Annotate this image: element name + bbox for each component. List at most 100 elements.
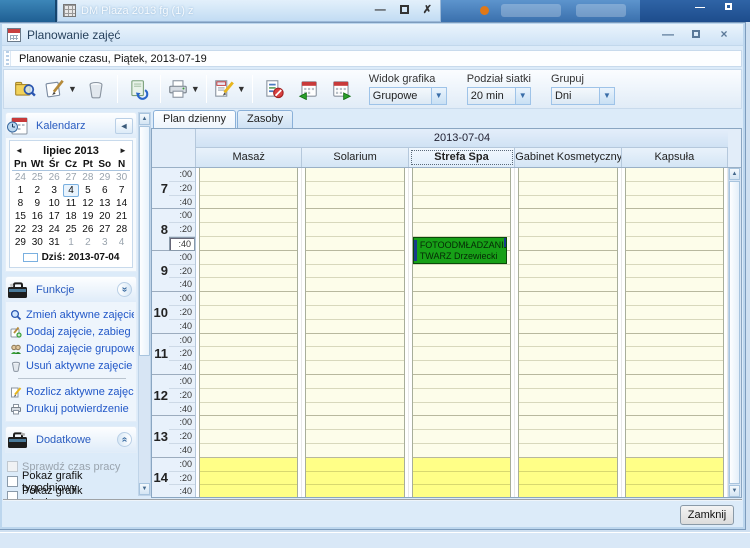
dropdown-arrow-icon[interactable]: ▼: [237, 84, 246, 94]
calendar-day[interactable]: 26: [46, 171, 63, 184]
schedule-cell[interactable]: [306, 223, 403, 237]
schedule-cell[interactable]: [413, 485, 510, 497]
function-link-2[interactable]: Dodaj zajęcie grupowe: [10, 340, 134, 357]
schedule-cell[interactable]: [306, 237, 403, 251]
schedule-cell[interactable]: [200, 196, 297, 210]
time-cell[interactable]: :20: [169, 306, 195, 320]
column-header-2[interactable]: Strefa Spa: [409, 148, 515, 167]
calendar-day[interactable]: 31: [46, 236, 63, 249]
schedule-cell[interactable]: [626, 278, 723, 292]
calendar-day[interactable]: 22: [12, 223, 29, 236]
schedule-cell[interactable]: [200, 265, 297, 279]
calendar-day[interactable]: 2: [79, 236, 96, 249]
schedule-cell[interactable]: [626, 182, 723, 196]
schedule-cell[interactable]: [519, 430, 616, 444]
delete-button[interactable]: [80, 73, 112, 105]
calendar-day[interactable]: 27: [63, 171, 80, 184]
schedule-cell[interactable]: [626, 168, 723, 182]
bg-minimize-button[interactable]: —: [375, 3, 386, 18]
schedule-cell[interactable]: [519, 416, 616, 430]
schedule-cell[interactable]: [626, 347, 723, 361]
calendar-day[interactable]: 18: [63, 210, 80, 223]
column-header-0[interactable]: Masaż: [196, 148, 302, 167]
dialog-close-button[interactable]: ×: [715, 28, 733, 42]
schedule-cell[interactable]: [200, 485, 297, 497]
schedule-cell[interactable]: [519, 182, 616, 196]
schedule-cell[interactable]: [200, 168, 297, 182]
schedule-cell[interactable]: [519, 278, 616, 292]
schedule-cell[interactable]: [413, 347, 510, 361]
calendar-day[interactable]: 29: [96, 171, 113, 184]
dialog-maximize-button[interactable]: [687, 28, 705, 42]
time-cell[interactable]: :20: [169, 430, 195, 444]
calendar-day[interactable]: 15: [12, 210, 29, 223]
schedule-cell[interactable]: [413, 278, 510, 292]
schedule-cell[interactable]: [519, 265, 616, 279]
schedule-cell[interactable]: [413, 444, 510, 458]
expand-chevron-icon[interactable]: «: [117, 432, 132, 447]
calendar-day[interactable]: 12: [79, 197, 96, 210]
schedule-cell[interactable]: [413, 389, 510, 403]
schedule-cell[interactable]: [306, 458, 403, 472]
calendar-day[interactable]: 21: [113, 210, 130, 223]
calendar-day[interactable]: 7: [113, 184, 130, 197]
schedule-cell[interactable]: [626, 444, 723, 458]
chevron-down-icon[interactable]: ▼: [515, 88, 530, 104]
calendar-day[interactable]: 17: [46, 210, 63, 223]
schedule-cell[interactable]: [306, 168, 403, 182]
time-cell[interactable]: :00: [169, 416, 195, 430]
chevron-down-icon[interactable]: ▼: [431, 88, 446, 104]
sidebar-scrollbar[interactable]: ▲ ▼: [138, 112, 151, 496]
combo-select-2[interactable]: Dni▼: [551, 87, 615, 105]
schedule-cell[interactable]: [306, 416, 403, 430]
calendar-day[interactable]: 10: [46, 197, 63, 210]
function-link-5[interactable]: Drukuj potwierdzenie: [10, 400, 134, 417]
time-cell[interactable]: :40: [169, 320, 195, 333]
schedule-cell[interactable]: [306, 182, 403, 196]
schedule-cell[interactable]: [413, 403, 510, 417]
schedule-cell[interactable]: [519, 320, 616, 334]
scroll-down-icon[interactable]: ▼: [139, 483, 150, 495]
schedule-cell[interactable]: [519, 361, 616, 375]
column-header-4[interactable]: Kapsuła: [622, 148, 728, 167]
calendar-day[interactable]: 9: [29, 197, 46, 210]
schedule-cell[interactable]: [626, 223, 723, 237]
chevron-down-icon[interactable]: ▼: [599, 88, 614, 104]
schedule-cell[interactable]: [200, 403, 297, 417]
schedule-cell[interactable]: [519, 209, 616, 223]
edit-note-button[interactable]: ▼: [43, 73, 78, 105]
combo-select-0[interactable]: Grupowe▼: [369, 87, 447, 105]
schedule-cell[interactable]: [626, 361, 723, 375]
calendar-collapse-button[interactable]: ◄: [115, 118, 133, 134]
schedule-cell[interactable]: [626, 389, 723, 403]
time-cell[interactable]: :00: [169, 375, 195, 389]
scroll-down-icon[interactable]: ▼: [729, 485, 740, 497]
time-cell[interactable]: :00: [169, 209, 195, 223]
report-block-button[interactable]: [258, 73, 290, 105]
schedule-cell[interactable]: [306, 196, 403, 210]
calendar-day[interactable]: 13: [96, 197, 113, 210]
dropdown-arrow-icon[interactable]: ▼: [68, 84, 77, 94]
calendar-day[interactable]: 6: [96, 184, 113, 197]
refresh-document-button[interactable]: [123, 73, 155, 105]
sidebar-scrollbar-thumb[interactable]: [139, 126, 150, 356]
schedule-cell[interactable]: [413, 430, 510, 444]
schedule-cell[interactable]: [306, 278, 403, 292]
schedule-cell[interactable]: [413, 361, 510, 375]
schedule-cell[interactable]: [200, 334, 297, 348]
schedule-cell[interactable]: [626, 485, 723, 497]
schedule-cell[interactable]: [200, 237, 297, 251]
time-cell[interactable]: :20: [169, 265, 195, 279]
schedule-cell[interactable]: [519, 223, 616, 237]
schedule-cell[interactable]: [626, 403, 723, 417]
additional-panel-header[interactable]: Dodatkowe «: [6, 427, 136, 452]
dropdown-arrow-icon[interactable]: ▼: [191, 84, 200, 94]
appointment-event[interactable]: FOTOODMŁADZANIETWARZ Drzewiecki: [413, 237, 507, 264]
calendar-day[interactable]: 25: [29, 171, 46, 184]
bg-close-button[interactable]: ✗: [423, 3, 432, 18]
schedule-cell[interactable]: [519, 196, 616, 210]
scroll-up-icon[interactable]: ▲: [139, 113, 150, 125]
schedule-cell[interactable]: [413, 306, 510, 320]
schedule-cell[interactable]: [306, 430, 403, 444]
schedule-cell[interactable]: [200, 444, 297, 458]
